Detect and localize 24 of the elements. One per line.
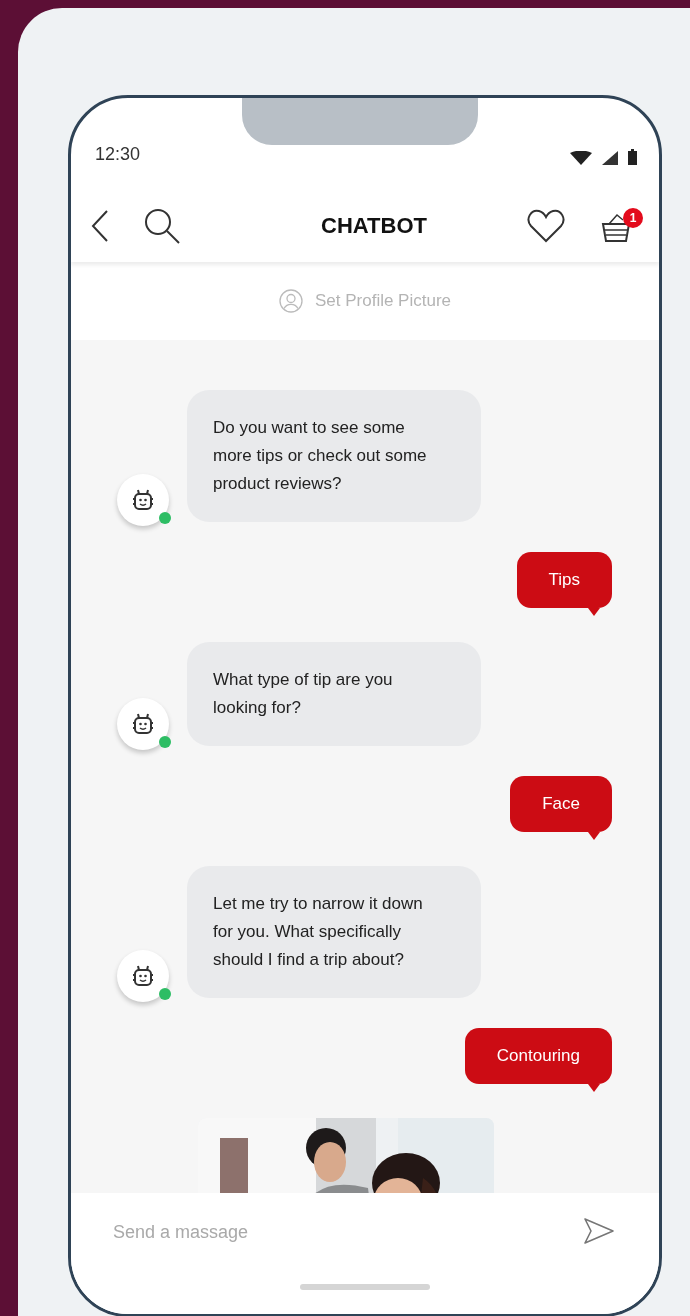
user-message: Contouring xyxy=(464,1028,612,1084)
bubble-tail xyxy=(588,1084,600,1092)
basket-button[interactable]: 1 xyxy=(599,208,643,244)
bot-message: Do you want to see some more tips or check out some product reviews? xyxy=(187,390,481,522)
bot-avatar xyxy=(117,950,169,1002)
user-message: Face xyxy=(510,776,612,832)
bot-message: What type of tip are you looking for? xyxy=(187,642,481,746)
bot-message: Let me try to narrow it down for you. What specifically should I find a trip about? xyxy=(187,866,481,998)
wifi-icon xyxy=(570,151,592,165)
message-input[interactable]: Send a massage xyxy=(113,1217,583,1247)
bot-avatar xyxy=(117,474,169,526)
screen-title: CHATBOT xyxy=(320,213,428,239)
bubble-tail xyxy=(588,832,600,840)
search-button[interactable] xyxy=(143,207,181,245)
battery-icon xyxy=(628,149,637,165)
user-message: Tips xyxy=(516,552,612,608)
bot-avatar xyxy=(117,698,169,750)
signal-icon xyxy=(602,151,618,165)
cart-count-badge: 1 xyxy=(623,208,643,228)
status-time: 12:30 xyxy=(95,144,141,165)
back-button[interactable] xyxy=(91,209,109,243)
bubble-tail xyxy=(588,608,600,616)
favorites-button[interactable] xyxy=(527,209,565,243)
profile-icon xyxy=(278,289,303,313)
